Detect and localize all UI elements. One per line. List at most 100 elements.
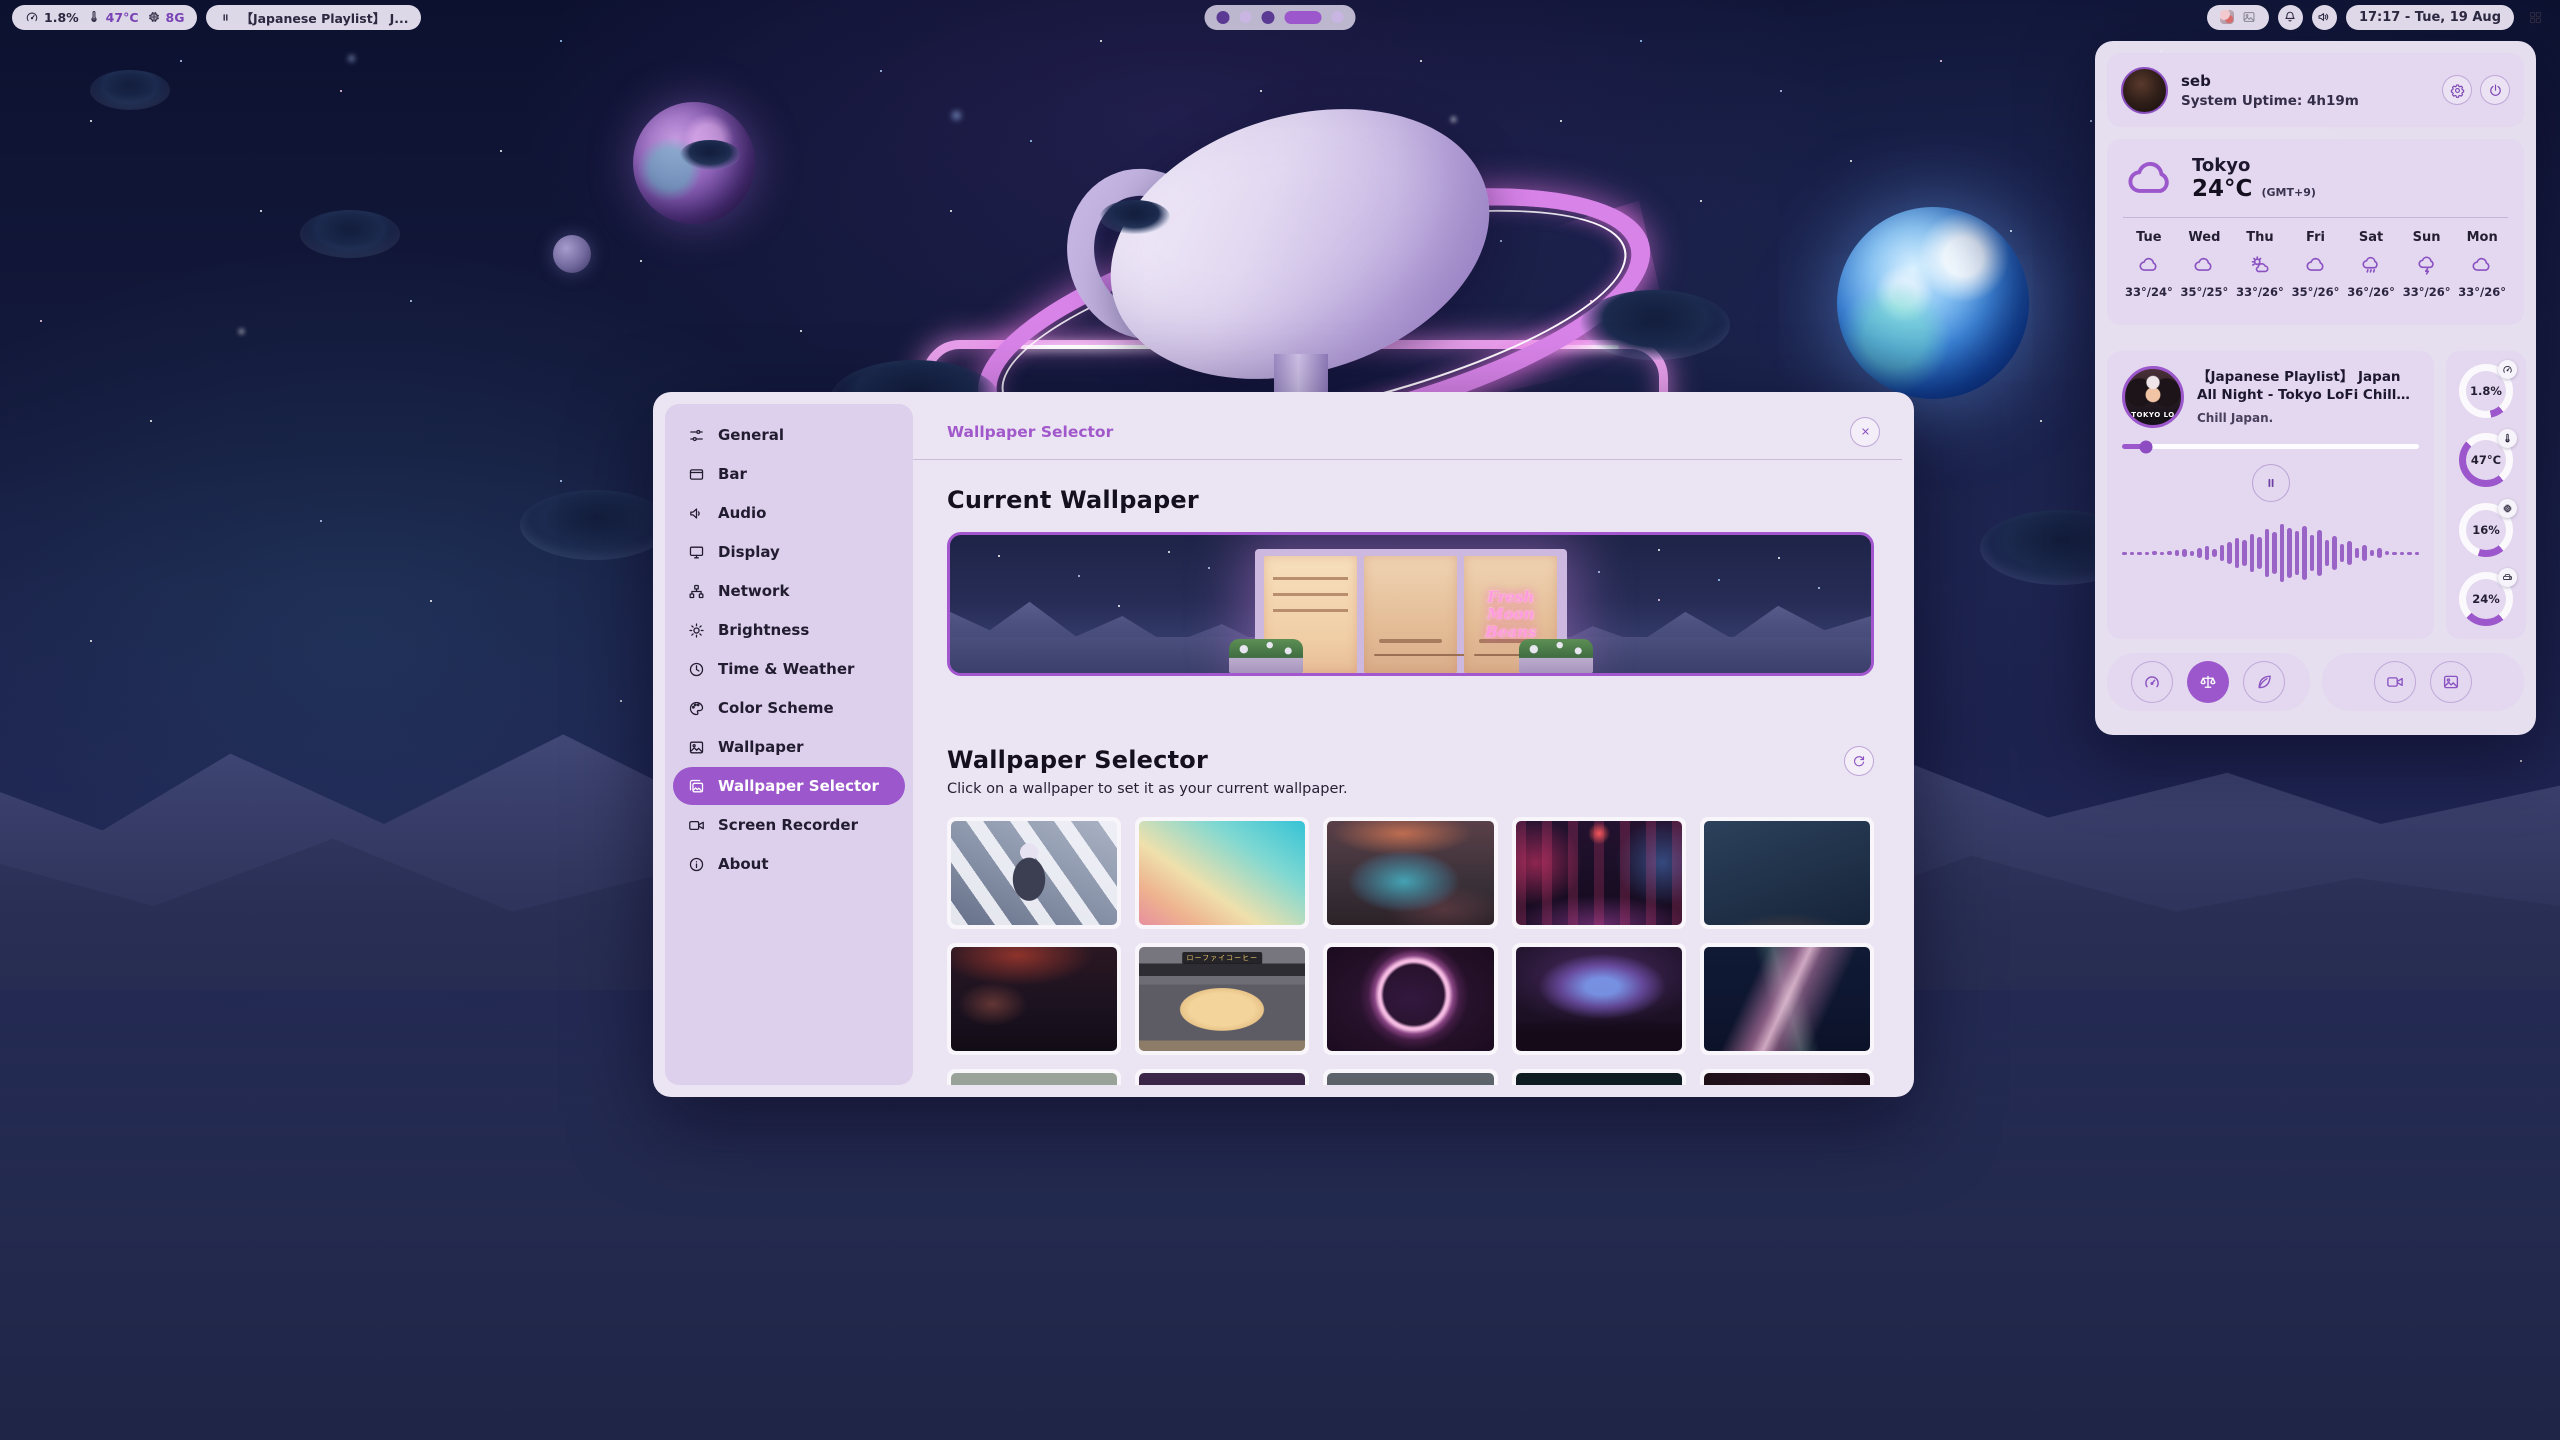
forecast-day: Fri 35°/26°	[2292, 230, 2340, 299]
clock-text: 17:17 - Tue, 19 Aug	[2359, 10, 2501, 25]
weather-forecast: Tue 33°/24° Wed 35°/25° Thu 33°/26° Fri …	[2119, 230, 2512, 299]
sidebar-item[interactable]: About	[673, 845, 905, 883]
capture-tool-button[interactable]	[2374, 661, 2416, 703]
forecast-day-label: Tue	[2136, 230, 2162, 245]
waveform-bar	[2295, 531, 2300, 575]
forecast-day-label: Mon	[2467, 230, 2498, 245]
media-progress-slider[interactable]	[2122, 444, 2419, 449]
notifications-button[interactable]	[2278, 5, 2303, 30]
wallpaper-thumbnail[interactable]	[1700, 1069, 1874, 1085]
forecast-temps: 33°/26°	[2458, 285, 2506, 299]
wallpaper-grid: ローファイコーヒー	[947, 817, 1874, 1085]
power-profile-button[interactable]	[2131, 661, 2173, 703]
dashboard-toggle-button[interactable]	[2523, 5, 2548, 30]
sidebar-item-icon	[688, 778, 705, 795]
bar-media-title: 【Japanese Playlist】 J...	[240, 8, 408, 27]
system-gauge: 47°C	[2459, 433, 2513, 487]
waveform-bar	[2385, 551, 2390, 555]
wallpaper-thumbnail[interactable]	[1135, 1069, 1309, 1085]
wallpaper-thumbnail[interactable]	[947, 817, 1121, 929]
weather-city: Tokyo	[2192, 156, 2316, 177]
sidebar-item[interactable]: Audio	[673, 494, 905, 532]
planter-left	[1229, 639, 1303, 673]
wallpaper-thumbnail[interactable]: ローファイコーヒー	[1135, 943, 1309, 1055]
tray-image-icon[interactable]	[2242, 10, 2256, 24]
waveform-bar	[2332, 536, 2337, 570]
weather-timezone: (GMT+9)	[2261, 186, 2315, 199]
power-profile-icon	[2143, 673, 2161, 691]
sidebar-item[interactable]: Wallpaper	[673, 728, 905, 766]
tray-app-icon[interactable]	[2220, 10, 2234, 24]
refresh-button[interactable]	[1844, 746, 1874, 776]
wallpaper-thumbnail[interactable]	[947, 943, 1121, 1055]
settings-button[interactable]	[2442, 75, 2472, 105]
sidebar-item-label: Brightness	[718, 621, 809, 639]
workspace-dot[interactable]	[1332, 11, 1344, 23]
sidebar-item[interactable]: General	[673, 416, 905, 454]
pause-button[interactable]	[2252, 464, 2290, 502]
waveform-bar	[2250, 534, 2255, 572]
waveform-bar	[2257, 537, 2262, 569]
wallpaper-thumbnail[interactable]	[1512, 817, 1686, 929]
system-tray-pill[interactable]	[2207, 5, 2269, 30]
stat-icon	[87, 10, 101, 24]
sidebar-item[interactable]: Bar	[673, 455, 905, 493]
sidebar-item[interactable]: Time & Weather	[673, 650, 905, 688]
pause-icon	[2263, 475, 2279, 491]
workspace-dot[interactable]	[1285, 11, 1322, 24]
system-uptime: System Uptime: 4h19m	[2181, 93, 2359, 109]
waveform-bar	[2407, 552, 2412, 555]
waveform-bar	[2370, 550, 2375, 556]
wallpaper-thumbnail[interactable]	[947, 1069, 1121, 1085]
thumbnail-sign-text: ローファイコーヒー	[1182, 952, 1262, 964]
settings-sidebar: General Bar Audio Display Network Bright…	[665, 404, 913, 1085]
forecast-day: Wed 35°/25°	[2181, 230, 2229, 299]
wallpaper-thumbnail[interactable]	[1323, 943, 1497, 1055]
bar-stat: 1.8%	[25, 10, 79, 25]
forecast-temps: 35°/26°	[2292, 285, 2340, 299]
sidebar-item[interactable]: Display	[673, 533, 905, 571]
power-profile-button[interactable]	[2187, 661, 2229, 703]
sidebar-item[interactable]: Wallpaper Selector	[673, 767, 905, 805]
power-button[interactable]	[2480, 75, 2510, 105]
gauge-badge	[2498, 499, 2517, 518]
waveform-bar	[2302, 526, 2307, 580]
workspace-dot[interactable]	[1262, 11, 1275, 24]
power-profile-button[interactable]	[2243, 661, 2285, 703]
waveform-bar	[2160, 552, 2165, 555]
gear-icon	[2450, 83, 2465, 98]
waveform-bar	[2182, 549, 2187, 557]
workspace-indicator[interactable]	[1205, 5, 1356, 30]
wallpaper-thumbnail[interactable]	[1323, 817, 1497, 929]
capture-tool-button[interactable]	[2430, 661, 2472, 703]
sidebar-item[interactable]: Screen Recorder	[673, 806, 905, 844]
wallpaper-thumbnail[interactable]	[1700, 943, 1874, 1055]
media-progress-thumb[interactable]	[2139, 440, 2152, 453]
wallpaper-thumbnail[interactable]	[1700, 817, 1874, 929]
wallpaper-thumbnail[interactable]	[1135, 817, 1309, 929]
settings-window: General Bar Audio Display Network Bright…	[653, 392, 1914, 1097]
settings-scroll-area[interactable]: Current Wallpaper Fresh Moon Beans	[913, 460, 1902, 1085]
sidebar-item[interactable]: Brightness	[673, 611, 905, 649]
forecast-day: Mon 33°/26°	[2458, 230, 2506, 299]
forecast-weather-icon	[2138, 254, 2160, 276]
workspace-dot[interactable]	[1240, 11, 1252, 23]
sidebar-item-icon	[688, 622, 705, 639]
wallpaper-thumbnail[interactable]	[1512, 943, 1686, 1055]
wallpaper-thumbnail[interactable]	[1323, 1069, 1497, 1085]
sidebar-item[interactable]: Color Scheme	[673, 689, 905, 727]
wallpaper-thumbnail[interactable]	[1512, 1069, 1686, 1085]
bar-media-pill[interactable]: 【Japanese Playlist】 J...	[206, 5, 421, 30]
audio-visualizer	[2122, 516, 2419, 590]
bar-stat: 8G	[147, 10, 185, 25]
system-stats-pill[interactable]: 1.8% 47°C 8G	[12, 5, 197, 30]
workspace-dot[interactable]	[1217, 11, 1230, 24]
close-button[interactable]	[1850, 417, 1880, 447]
gauge-badge	[2498, 568, 2517, 587]
system-gauges-card: 1.8% 47°C 16%	[2446, 351, 2526, 639]
sidebar-item[interactable]: Network	[673, 572, 905, 610]
media-title: 【Japanese Playlist】 Japan All Night - To…	[2197, 369, 2419, 404]
sidebar-item-label: Network	[718, 582, 789, 600]
clock-pill[interactable]: 17:17 - Tue, 19 Aug	[2346, 5, 2514, 30]
volume-button[interactable]	[2312, 5, 2337, 30]
